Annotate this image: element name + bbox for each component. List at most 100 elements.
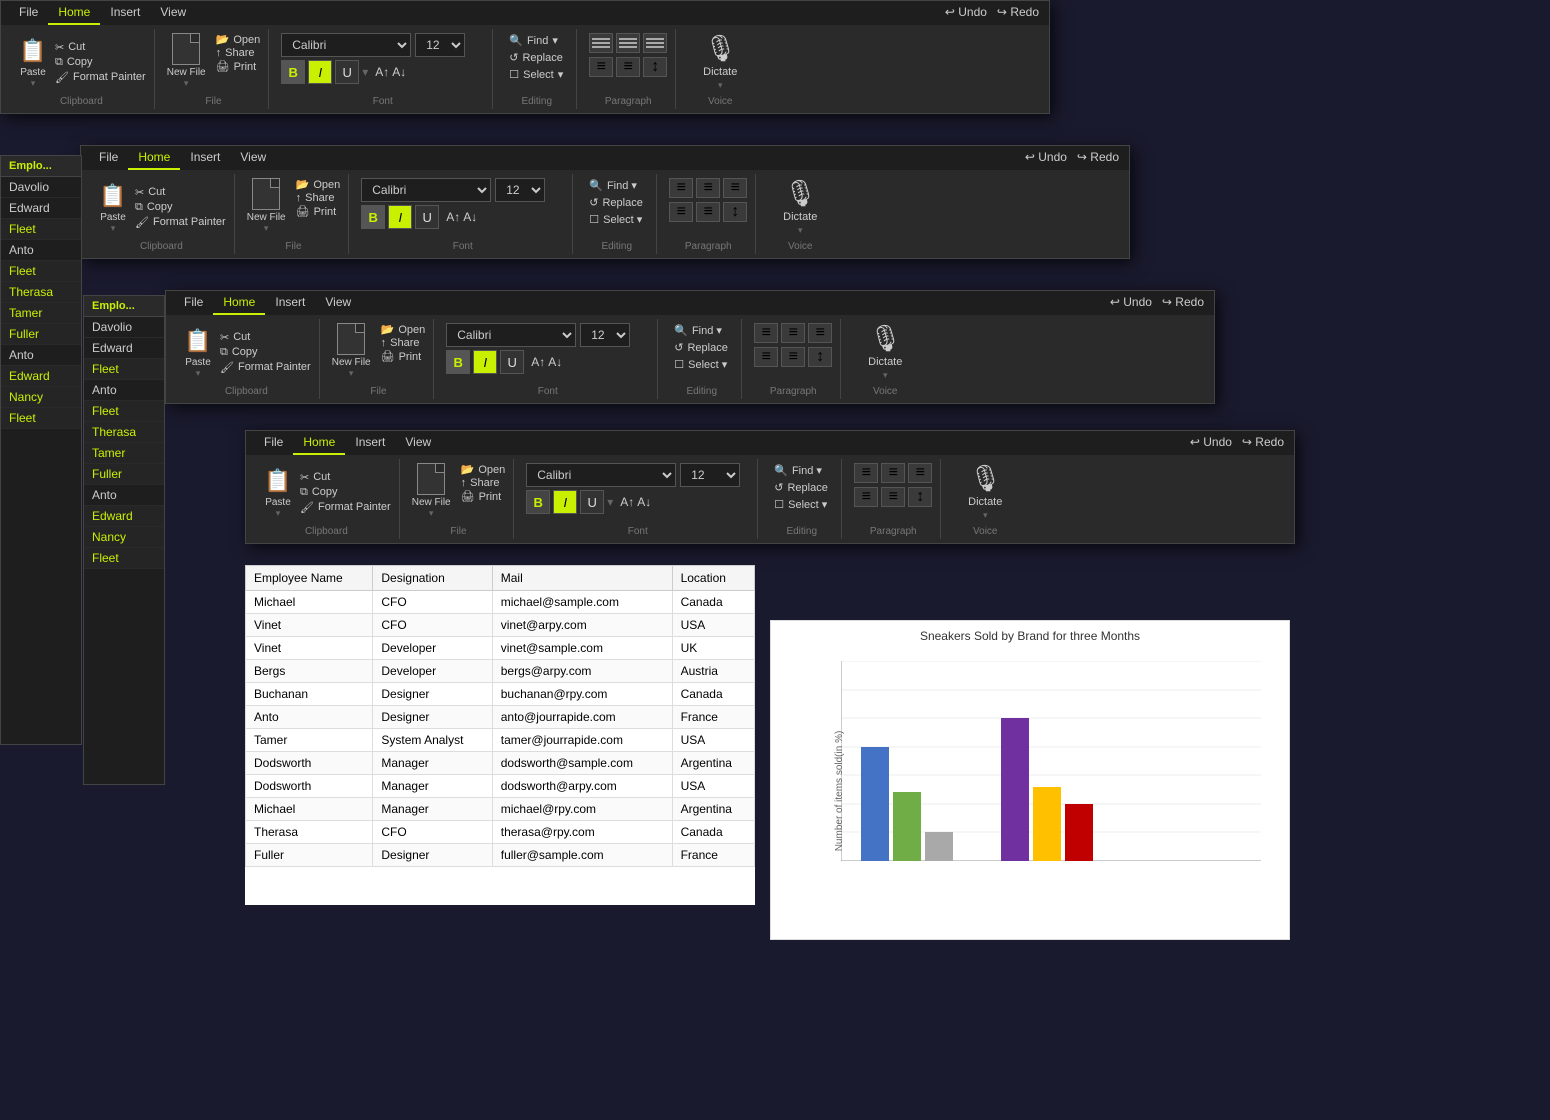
- print-button-4[interactable]: 🖨Print: [461, 490, 506, 503]
- share-button-3[interactable]: ↑Share: [381, 337, 426, 349]
- font-size-select-2[interactable]: 12: [495, 178, 545, 202]
- align-left-3[interactable]: ≡: [754, 323, 778, 343]
- table-row[interactable]: TamerSystem Analysttamer@jourrapide.comU…: [246, 729, 755, 752]
- align-center-3[interactable]: ≡: [781, 323, 805, 343]
- bar-1-1[interactable]: [861, 747, 889, 861]
- indent-2[interactable]: ≡: [669, 202, 693, 222]
- bold-button-3[interactable]: B: [446, 350, 470, 374]
- tab-insert-4[interactable]: Insert: [345, 431, 395, 455]
- new-file-button-3[interactable]: New File ▾: [332, 323, 371, 379]
- underline-button-3[interactable]: U: [500, 350, 524, 374]
- dictate-label-1[interactable]: Dictate: [703, 66, 737, 78]
- find-button-2[interactable]: 🔍Find ▾: [585, 178, 648, 193]
- dictate-label-2[interactable]: Dictate: [783, 211, 817, 223]
- font-grow-2[interactable]: A↑: [446, 210, 460, 224]
- tab-insert-1[interactable]: Insert: [100, 1, 150, 25]
- emp-list-item[interactable]: Anto: [1, 240, 81, 261]
- bar-2-2[interactable]: [1033, 787, 1061, 861]
- align-left-1[interactable]: [589, 33, 613, 53]
- align-right-3[interactable]: ≡: [808, 323, 832, 343]
- emp-list-item[interactable]: Fuller: [84, 464, 164, 485]
- format-painter-button-2[interactable]: 🖌Format Painter: [135, 216, 226, 229]
- share-button-2[interactable]: ↑Share: [296, 192, 341, 204]
- font-grow-4[interactable]: A↑: [620, 495, 634, 509]
- align-center-4[interactable]: ≡: [881, 463, 905, 483]
- table-row[interactable]: TherasaCFOtherasa@rpy.comCanada: [246, 821, 755, 844]
- emp-list-item[interactable]: Anto: [1, 345, 81, 366]
- undo-button-1[interactable]: ↩ Undo: [945, 5, 987, 19]
- line-spacing-1[interactable]: ↕: [643, 57, 667, 77]
- new-file-button-2[interactable]: New File ▾: [247, 178, 286, 234]
- replace-button-2[interactable]: ↺Replace: [585, 195, 648, 210]
- table-row[interactable]: VinetCFOvinet@arpy.comUSA: [246, 614, 755, 637]
- cut-button-3[interactable]: ✂Cut: [220, 331, 311, 344]
- tab-view-4[interactable]: View: [395, 431, 441, 455]
- italic-button-4[interactable]: I: [553, 490, 577, 514]
- underline-button-1[interactable]: U: [335, 60, 359, 84]
- undo-button-3[interactable]: ↩ Undo: [1110, 295, 1152, 309]
- table-row[interactable]: FullerDesignerfuller@sample.comFrance: [246, 844, 755, 867]
- font-name-select-2[interactable]: Calibri: [361, 178, 491, 202]
- font-shrink-2[interactable]: A↓: [463, 210, 477, 224]
- tab-file-1[interactable]: File: [9, 1, 48, 25]
- font-size-select-1[interactable]: 12: [415, 33, 465, 57]
- cut-button-2[interactable]: ✂Cut: [135, 186, 226, 199]
- bold-button-2[interactable]: B: [361, 205, 385, 229]
- spacing-4[interactable]: ↕: [908, 487, 932, 507]
- font-shrink-4[interactable]: A↓: [637, 495, 651, 509]
- tab-view-1[interactable]: View: [150, 1, 196, 25]
- align-right-1[interactable]: [643, 33, 667, 53]
- open-button-2[interactable]: 📂Open: [296, 178, 341, 191]
- redo-button-3[interactable]: ↪ Redo: [1162, 295, 1204, 309]
- format-painter-button-4[interactable]: 🖌Format Painter: [300, 501, 391, 514]
- tab-insert-2[interactable]: Insert: [180, 146, 230, 170]
- new-file-button-4[interactable]: New File ▾: [412, 463, 451, 519]
- emp-list-item[interactable]: Fleet: [84, 401, 164, 422]
- replace-button-3[interactable]: ↺Replace: [670, 340, 733, 355]
- table-row[interactable]: MichaelCFOmichael@sample.comCanada: [246, 591, 755, 614]
- bar-1-2[interactable]: [893, 792, 921, 861]
- italic-button-2[interactable]: I: [388, 205, 412, 229]
- outdent-4[interactable]: ≡: [881, 487, 905, 507]
- paste-button-2[interactable]: 📋 Paste ▾: [97, 180, 129, 234]
- replace-button-4[interactable]: ↺Replace: [770, 480, 833, 495]
- select-button-2[interactable]: ☐Select ▾: [585, 212, 648, 227]
- emp-list-item-nancy-2[interactable]: Nancy: [84, 527, 164, 548]
- emp-list-item[interactable]: Davolio: [84, 317, 164, 338]
- bar-2-1[interactable]: [1001, 718, 1029, 861]
- bold-button-4[interactable]: B: [526, 490, 550, 514]
- share-button-4[interactable]: ↑Share: [461, 477, 506, 489]
- select-button-3[interactable]: ☐Select ▾: [670, 357, 733, 372]
- undo-button-4[interactable]: ↩ Undo: [1190, 435, 1232, 449]
- print-button-3[interactable]: 🖨Print: [381, 350, 426, 363]
- table-row[interactable]: BuchananDesignerbuchanan@rpy.comCanada: [246, 683, 755, 706]
- table-row[interactable]: AntoDesigneranto@jourrapide.comFrance: [246, 706, 755, 729]
- underline-dropdown-4[interactable]: ▾: [607, 495, 613, 509]
- align-center-1[interactable]: [616, 33, 640, 53]
- font-size-select-3[interactable]: 12: [580, 323, 630, 347]
- replace-button-1[interactable]: ↺ Replace: [505, 50, 568, 65]
- font-name-select-4[interactable]: Calibri: [526, 463, 676, 487]
- align-left-4[interactable]: ≡: [854, 463, 878, 483]
- table-row[interactable]: VinetDevelopervinet@sample.comUK: [246, 637, 755, 660]
- emp-list-item-nancy[interactable]: Nancy: [1, 387, 81, 408]
- bar-1-3[interactable]: [925, 832, 953, 861]
- paste-button-3[interactable]: 📋 Paste ▾: [182, 325, 214, 379]
- find-button-1[interactable]: 🔍 Find ▾: [505, 33, 568, 48]
- align-right-4[interactable]: ≡: [908, 463, 932, 483]
- redo-button-4[interactable]: ↪ Redo: [1242, 435, 1284, 449]
- tab-view-3[interactable]: View: [315, 291, 361, 315]
- tab-view-2[interactable]: View: [230, 146, 276, 170]
- emp-list-item[interactable]: Edward: [1, 198, 81, 219]
- emp-list-item[interactable]: Tamer: [1, 303, 81, 324]
- emp-list-item[interactable]: Fleet: [1, 219, 81, 240]
- select-button-4[interactable]: ☐Select ▾: [770, 497, 833, 512]
- print-button-2[interactable]: 🖨Print: [296, 205, 341, 218]
- font-grow-1[interactable]: A↑: [375, 65, 389, 79]
- align-center-2[interactable]: ≡: [696, 178, 720, 198]
- table-row[interactable]: MichaelManagermichael@rpy.comArgentina: [246, 798, 755, 821]
- tab-home-1[interactable]: Home: [48, 1, 100, 25]
- open-button-3[interactable]: 📂Open: [381, 323, 426, 336]
- italic-button-1[interactable]: I: [308, 60, 332, 84]
- align-left-2[interactable]: ≡: [669, 178, 693, 198]
